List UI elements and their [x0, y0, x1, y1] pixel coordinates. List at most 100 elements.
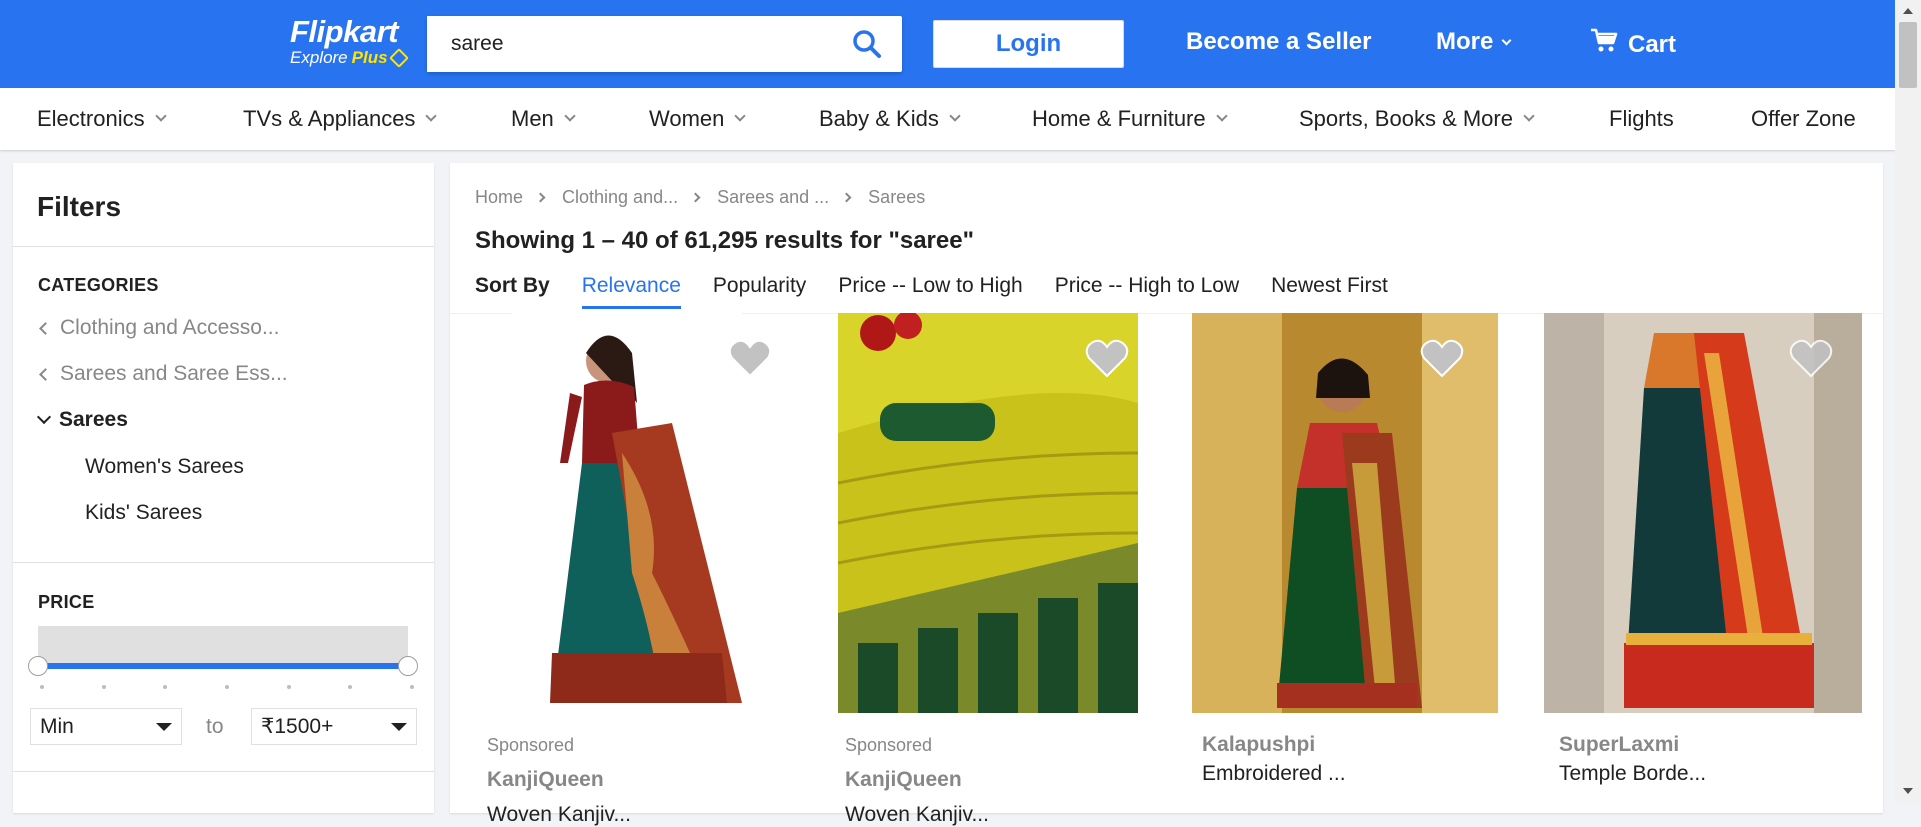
- category-offer-zone[interactable]: Offer Zone: [1751, 106, 1856, 132]
- chevron-left-icon: [39, 321, 52, 335]
- scroll-thumb[interactable]: [1899, 22, 1917, 88]
- category-sports-books[interactable]: Sports, Books & More: [1299, 106, 1535, 132]
- breadcrumb-home[interactable]: Home: [475, 187, 523, 208]
- scroll-down-arrow-icon[interactable]: [1903, 788, 1913, 794]
- category-tvs-appliances[interactable]: TVs & Appliances: [243, 106, 438, 132]
- logo-brand: Flipkart: [290, 14, 398, 49]
- category-current-label: Sarees: [59, 408, 128, 431]
- category-child-label: Women's Sarees: [85, 455, 244, 478]
- caret-down-icon: [156, 722, 172, 731]
- category-men[interactable]: Men: [511, 106, 576, 132]
- more-label: More: [1436, 28, 1494, 55]
- chevron-right-icon: [690, 192, 701, 203]
- product-brand: SuperLaxmi: [1559, 733, 1680, 756]
- price-slider-track[interactable]: [38, 663, 408, 669]
- category-label: Baby & Kids: [819, 106, 939, 131]
- category-label: Sports, Books & More: [1299, 106, 1513, 131]
- price-min-value: Min: [40, 714, 74, 738]
- chevron-left-icon: [39, 367, 52, 381]
- sponsored-label: Sponsored: [487, 735, 575, 755]
- category-flights[interactable]: Flights: [1609, 106, 1674, 132]
- sort-newest[interactable]: Newest First: [1271, 274, 1388, 309]
- slider-tick: [287, 685, 291, 689]
- price-to-label: to: [206, 715, 224, 738]
- category-current-sarees[interactable]: Sarees: [36, 408, 128, 432]
- sort-bar: Sort By Relevance Popularity Price -- Lo…: [475, 274, 1388, 309]
- wishlist-heart-icon[interactable]: [1789, 338, 1833, 378]
- category-baby-kids[interactable]: Baby & Kids: [819, 106, 961, 132]
- divider: [13, 246, 434, 247]
- product-card[interactable]: Kalapushpi Embroidered ...: [1162, 313, 1519, 813]
- category-electronics[interactable]: Electronics: [37, 106, 167, 132]
- chevron-down-icon: [154, 110, 167, 122]
- chevron-down-icon: [949, 110, 961, 122]
- search-icon[interactable]: [852, 29, 882, 64]
- login-button[interactable]: Login: [933, 20, 1124, 68]
- category-home-furniture[interactable]: Home & Furniture: [1032, 106, 1228, 132]
- category-link-clothing[interactable]: Clothing and Accesso...: [39, 316, 279, 340]
- price-min-select[interactable]: Min: [30, 708, 182, 745]
- slider-tick: [410, 685, 414, 689]
- sponsored-label: Sponsored: [845, 735, 933, 755]
- caret-down-icon: [391, 722, 407, 731]
- product-card[interactable]: SuperLaxmi Temple Borde...: [1519, 313, 1876, 813]
- cart-link[interactable]: Cart: [1590, 28, 1676, 61]
- category-label: Women: [649, 106, 725, 131]
- sort-popularity[interactable]: Popularity: [713, 274, 806, 309]
- more-menu[interactable]: More: [1436, 28, 1512, 56]
- chevron-down-icon: [36, 409, 52, 425]
- become-seller-label: Become a Seller: [1186, 28, 1372, 55]
- category-child-kids-sarees[interactable]: Kids' Sarees: [85, 501, 202, 525]
- price-max-select[interactable]: ₹1500+: [251, 708, 417, 745]
- category-label: Flights: [1609, 106, 1674, 131]
- category-child-womens-sarees[interactable]: Women's Sarees: [85, 455, 244, 479]
- category-link-sarees-essentials[interactable]: Sarees and Saree Ess...: [39, 362, 288, 386]
- category-label: Home & Furniture: [1032, 106, 1206, 131]
- product-title[interactable]: Woven Kanjiv...: [845, 803, 989, 827]
- page-scrollbar[interactable]: [1895, 0, 1921, 804]
- product-title[interactable]: Temple Borde...: [1559, 762, 1706, 786]
- results-count: Showing 1 – 40 of 61,295 results for "sa…: [475, 227, 974, 254]
- wishlist-heart-icon[interactable]: [1085, 338, 1129, 378]
- product-title[interactable]: Woven Kanjiv...: [487, 803, 631, 827]
- category-label: Offer Zone: [1751, 106, 1856, 131]
- divider: [13, 562, 434, 563]
- flipkart-logo[interactable]: Flipkart Explore Plus: [290, 14, 409, 68]
- product-card[interactable]: Sponsored KanjiQueen Woven Kanjiv...: [805, 313, 1162, 826]
- scroll-up-arrow-icon[interactable]: [1903, 8, 1913, 14]
- product-image[interactable]: [512, 313, 742, 713]
- filters-panel: Filters CATEGORIES Clothing and Accesso.…: [13, 163, 434, 813]
- chevron-down-icon: [425, 110, 438, 122]
- price-max-value: ₹1500+: [261, 715, 334, 738]
- plus-icon: [388, 48, 409, 68]
- breadcrumb-current: Sarees: [868, 187, 926, 207]
- sort-price-low-high[interactable]: Price -- Low to High: [838, 274, 1022, 309]
- category-women[interactable]: Women: [649, 106, 747, 132]
- sort-relevance[interactable]: Relevance: [581, 274, 681, 309]
- slider-tick: [102, 685, 106, 689]
- price-min-handle[interactable]: [28, 656, 48, 676]
- chevron-down-icon: [1523, 110, 1535, 122]
- sort-price-high-low[interactable]: Price -- High to Low: [1055, 274, 1239, 309]
- header-bar: Flipkart Explore Plus Login Become a Sel…: [0, 0, 1895, 88]
- breadcrumb: Home Clothing and... Sarees and ... Sare…: [475, 187, 925, 208]
- category-link-label: Sarees and Saree Ess...: [60, 362, 288, 385]
- product-card[interactable]: Sponsored KanjiQueen Woven Kanjiv...: [450, 313, 805, 826]
- chevron-right-icon: [841, 192, 852, 203]
- product-title[interactable]: Embroidered ...: [1202, 762, 1346, 786]
- price-heading: PRICE: [38, 592, 95, 612]
- chevron-right-icon: [535, 192, 546, 203]
- search-box: [427, 16, 902, 72]
- category-child-label: Kids' Sarees: [85, 501, 203, 524]
- product-brand: Kalapushpi: [1202, 733, 1316, 756]
- breadcrumb-sarees-essentials[interactable]: Sarees and ...: [717, 187, 829, 208]
- become-seller-link[interactable]: Become a Seller: [1186, 28, 1371, 56]
- search-input[interactable]: [427, 16, 827, 72]
- sort-label: Sort By: [475, 274, 550, 297]
- slider-tick: [225, 685, 229, 689]
- breadcrumb-clothing[interactable]: Clothing and...: [562, 187, 678, 208]
- wishlist-heart-icon[interactable]: [1420, 338, 1464, 378]
- price-max-handle[interactable]: [398, 656, 418, 676]
- slider-tick: [163, 685, 167, 689]
- wishlist-heart-icon[interactable]: [728, 338, 772, 378]
